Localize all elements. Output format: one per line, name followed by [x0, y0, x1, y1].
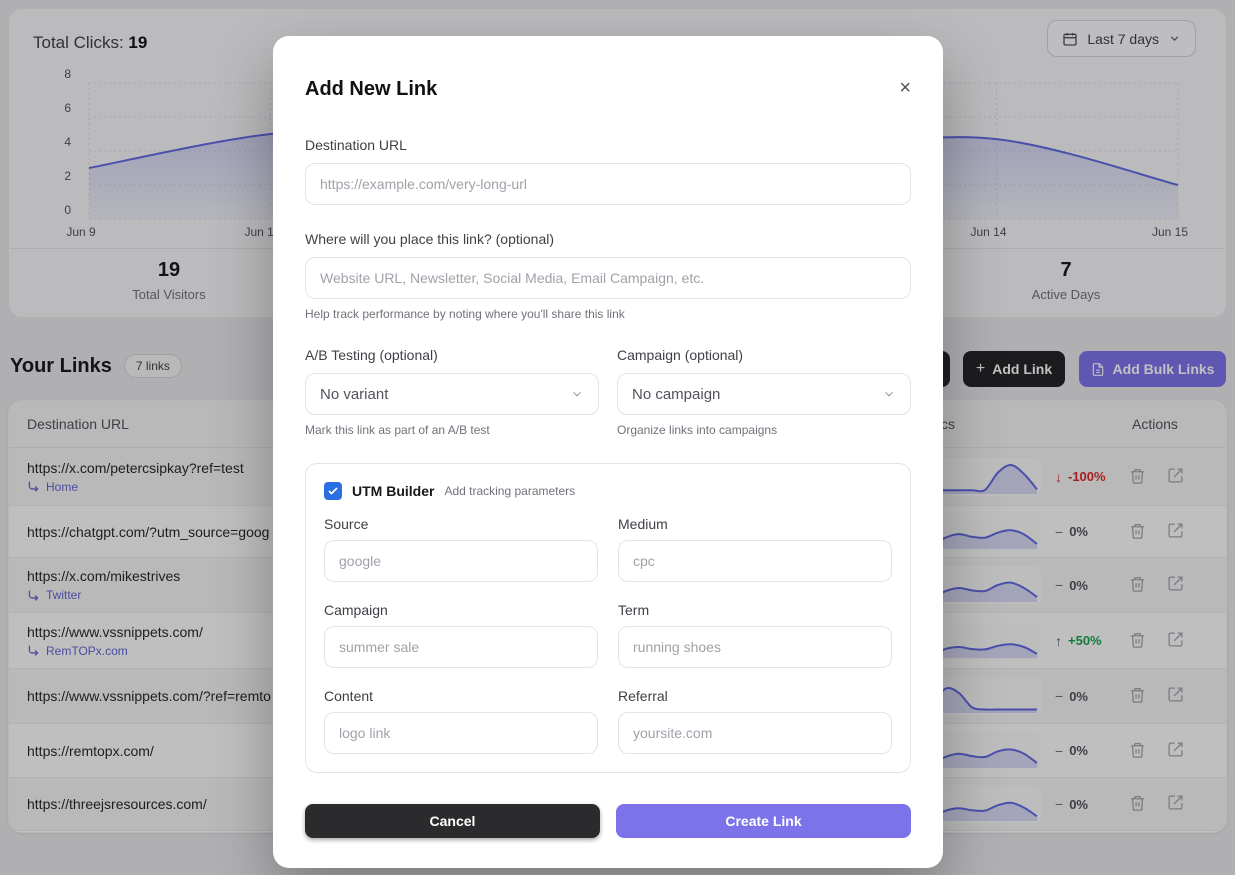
campaign-select-value: No campaign [632, 386, 720, 403]
utm-builder-title: UTM Builder [352, 483, 434, 499]
utm-medium-input[interactable] [618, 540, 892, 582]
utm-term-input[interactable] [618, 626, 892, 668]
utm-field-source: Source [324, 516, 598, 582]
utm-field-label: Medium [618, 516, 892, 532]
utm-field-label: Term [618, 602, 892, 618]
placement-help: Help track performance by noting where y… [305, 307, 911, 321]
ab-testing-label: A/B Testing (optional) [305, 347, 599, 363]
ab-testing-value: No variant [320, 386, 388, 403]
utm-field-referral: Referral [618, 688, 892, 754]
placement-label: Where will you place this link? (optiona… [305, 231, 911, 247]
check-icon [327, 485, 339, 497]
utm-fields-grid: Source Medium Campaign Term Content Referral [324, 516, 892, 754]
utm-field-label: Referral [618, 688, 892, 704]
campaign-select[interactable]: No campaign [617, 373, 911, 415]
utm-field-label: Source [324, 516, 598, 532]
chevron-down-icon [570, 387, 584, 401]
utm-referral-input[interactable] [618, 712, 892, 754]
placement-group: Where will you place this link? (optiona… [305, 231, 911, 321]
ab-testing-help: Mark this link as part of an A/B test [305, 423, 599, 437]
utm-field-term: Term [618, 602, 892, 668]
placement-input[interactable] [305, 257, 911, 299]
utm-source-input[interactable] [324, 540, 598, 582]
utm-field-label: Campaign [324, 602, 598, 618]
create-link-button[interactable]: Create Link [616, 804, 911, 838]
modal-title: Add New Link [305, 78, 437, 101]
utm-field-content: Content [324, 688, 598, 754]
ab-testing-select[interactable]: No variant [305, 373, 599, 415]
cancel-button[interactable]: Cancel [305, 804, 600, 838]
utm-field-medium: Medium [618, 516, 892, 582]
campaign-select-label: Campaign (optional) [617, 347, 911, 363]
utm-builder-subtitle: Add tracking parameters [444, 484, 575, 498]
add-new-link-modal: Add New Link × Destination URL Where wil… [273, 36, 943, 868]
utm-builder-checkbox[interactable] [324, 482, 342, 500]
chevron-down-icon [882, 387, 896, 401]
utm-content-input[interactable] [324, 712, 598, 754]
campaign-select-help: Organize links into campaigns [617, 423, 911, 437]
ab-campaign-row: A/B Testing (optional) No variant Mark t… [305, 347, 911, 437]
utm-field-campaign: Campaign [324, 602, 598, 668]
utm-builder-box: UTM Builder Add tracking parameters Sour… [305, 463, 911, 773]
destination-url-group: Destination URL [305, 137, 911, 205]
destination-url-label: Destination URL [305, 137, 911, 153]
close-icon[interactable]: × [899, 78, 911, 98]
utm-campaign-input[interactable] [324, 626, 598, 668]
utm-field-label: Content [324, 688, 598, 704]
destination-url-input[interactable] [305, 163, 911, 205]
